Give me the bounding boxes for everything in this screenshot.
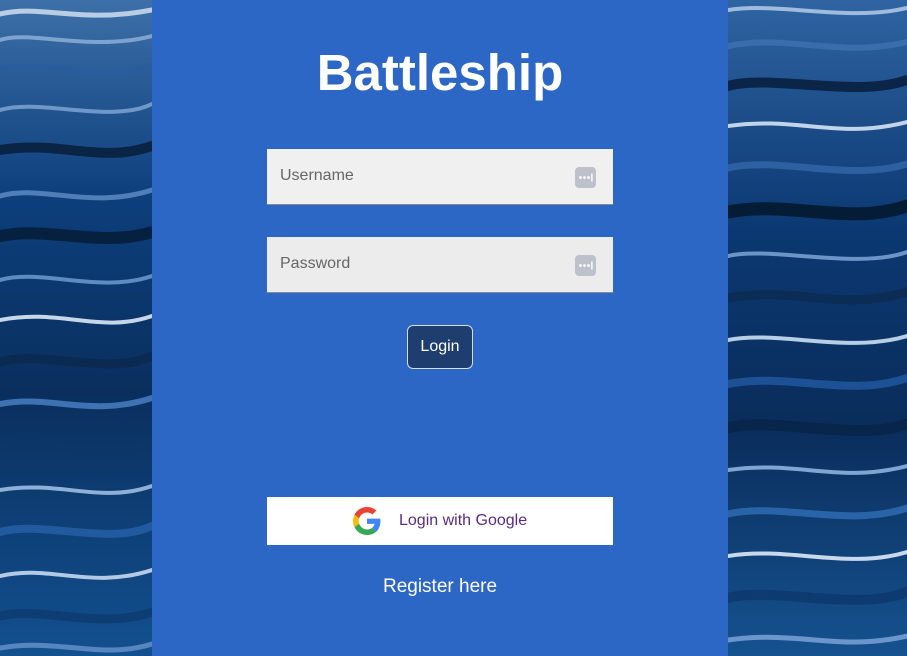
water-background-right — [728, 0, 907, 656]
water-background-left — [0, 0, 152, 656]
login-button[interactable]: Login — [407, 325, 473, 369]
password-manager-key-icon[interactable] — [575, 255, 596, 276]
password-field — [267, 237, 613, 293]
login-page: Battleship Username Login Login with Goo… — [0, 0, 907, 656]
password-input[interactable] — [267, 237, 580, 291]
username-input[interactable] — [267, 149, 580, 203]
page-title: Battleship — [316, 44, 564, 101]
login-with-google-label: Login with Google — [399, 512, 528, 529]
username-field — [267, 149, 613, 205]
login-panel: Battleship Username Login Login with Goo… — [152, 0, 728, 656]
google-g-logo-icon — [353, 507, 381, 535]
register-link[interactable]: Register here — [152, 574, 728, 600]
password-manager-key-icon[interactable] — [575, 167, 596, 188]
login-with-google-button[interactable]: Login with Google — [267, 497, 613, 545]
